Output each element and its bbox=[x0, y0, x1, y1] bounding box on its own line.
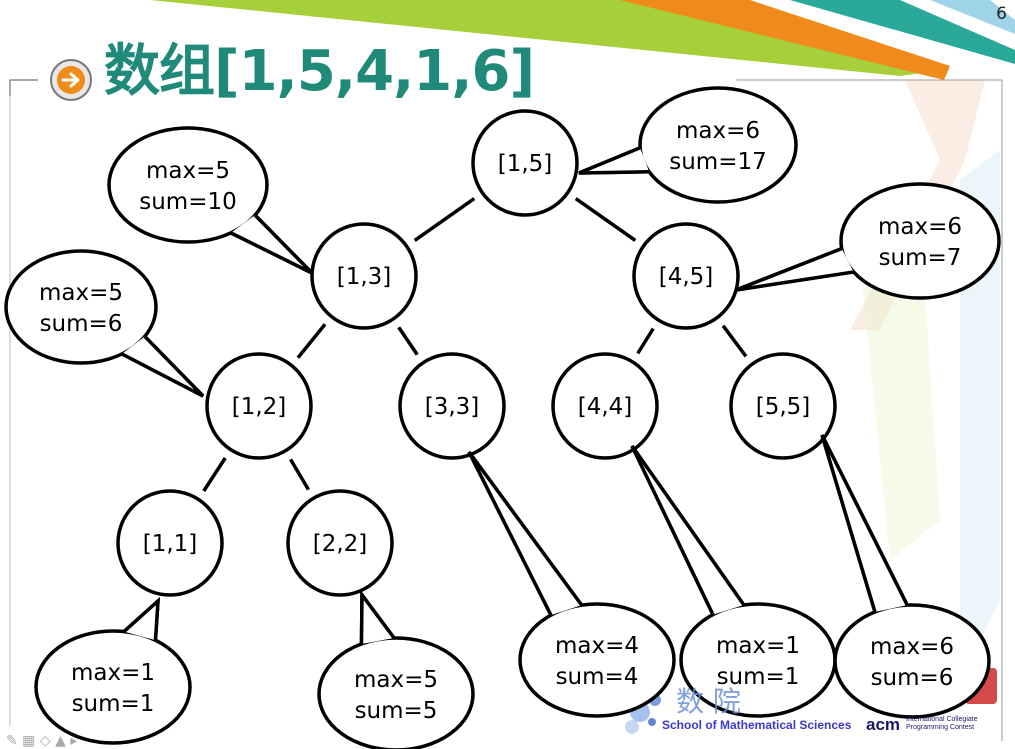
callout-bubble bbox=[839, 182, 1001, 300]
acm-logo-text: acm bbox=[866, 715, 901, 734]
callout-bubble bbox=[518, 602, 676, 718]
tree-node-label: [2,2] bbox=[313, 531, 368, 557]
acm-subtitle-line: Programming Contest bbox=[906, 724, 975, 731]
callout-max-label: max=6 bbox=[676, 118, 760, 144]
tree-node-label: [1,1] bbox=[143, 531, 198, 557]
callout-sum-label: sum=6 bbox=[40, 311, 123, 337]
callout-max-label: max=6 bbox=[878, 214, 962, 240]
slideshow-toolbar-icons[interactable]: ✎ ▦ ◇ ▲ ▸ bbox=[6, 733, 77, 749]
callout-sum-label: sum=6 bbox=[871, 665, 954, 691]
callout-max-label: max=4 bbox=[555, 633, 639, 659]
logo-bubble bbox=[625, 720, 639, 734]
frame-top-left bbox=[9, 79, 38, 96]
tree-edge bbox=[289, 458, 310, 491]
tree-edge bbox=[397, 326, 419, 356]
tree-node-label: [4,4] bbox=[578, 394, 633, 420]
callout-sum-label: sum=17 bbox=[669, 149, 767, 175]
tree-edge bbox=[413, 197, 476, 242]
tree-edge bbox=[636, 327, 655, 355]
callout-bubble bbox=[833, 603, 991, 719]
tree-edge bbox=[721, 324, 748, 358]
tree-edge bbox=[574, 197, 637, 242]
tree-node-label: [1,5] bbox=[498, 151, 553, 177]
tree-node-label: [5,5] bbox=[756, 394, 811, 420]
callout-max-label: max=5 bbox=[39, 280, 123, 306]
tree-node-label: [1,3] bbox=[337, 264, 392, 290]
tree-node-label: [3,3] bbox=[425, 394, 480, 420]
tree-node-label: [1,2] bbox=[232, 394, 287, 420]
slide: ✎ ▦ ◇ ▲ ▸ [1,5] [1,3] [4,5] [1,2] [3,3] [4,4]… bbox=[0, 0, 1015, 749]
callout-bubble bbox=[317, 636, 475, 749]
segment-tree-diagram: [1,5] [1,3] [4,5] [1,2] [3,3] [4,4] [5,5] [1,1]… bbox=[4, 86, 1001, 749]
tree-edge bbox=[296, 323, 327, 359]
callout-max-label: max=1 bbox=[716, 633, 800, 659]
callout-max-label: max=5 bbox=[354, 667, 438, 693]
callout-max-label: max=6 bbox=[870, 634, 954, 660]
callout-sum-label: sum=4 bbox=[556, 664, 639, 690]
tree-edge bbox=[202, 457, 227, 492]
callout-sum-label: sum=5 bbox=[355, 698, 438, 724]
page-number: 6 bbox=[996, 4, 1007, 24]
acm-subtitle-line: International Collegiate bbox=[906, 716, 978, 723]
callout-bubble bbox=[638, 86, 798, 204]
callout-bubble bbox=[34, 629, 192, 745]
callout-max-label: max=5 bbox=[146, 158, 230, 184]
acm-logo-subtitle: International Collegiate Programming Con… bbox=[906, 716, 978, 732]
school-name-cn: 数 院 bbox=[676, 685, 741, 718]
school-name-en: School of Mathematical Sciences bbox=[662, 718, 852, 732]
arrow-right-circle-icon bbox=[50, 59, 92, 101]
callout-max-label: max=1 bbox=[71, 660, 155, 686]
logo-bubble bbox=[648, 718, 656, 726]
callout-tail-fill bbox=[121, 336, 203, 396]
tree-node-label: [4,5] bbox=[659, 264, 714, 290]
callout-sum-label: sum=1 bbox=[72, 691, 155, 717]
slide-background: ✎ ▦ ◇ ▲ ▸ [1,5] [1,3] [4,5] [1,2] [3,3] [4,4]… bbox=[4, 0, 1015, 749]
callout-sum-label: sum=10 bbox=[139, 189, 237, 215]
callout-sum-label: sum=7 bbox=[879, 245, 962, 271]
slide-title: 数组[1,5,4,1,6] bbox=[104, 39, 535, 104]
